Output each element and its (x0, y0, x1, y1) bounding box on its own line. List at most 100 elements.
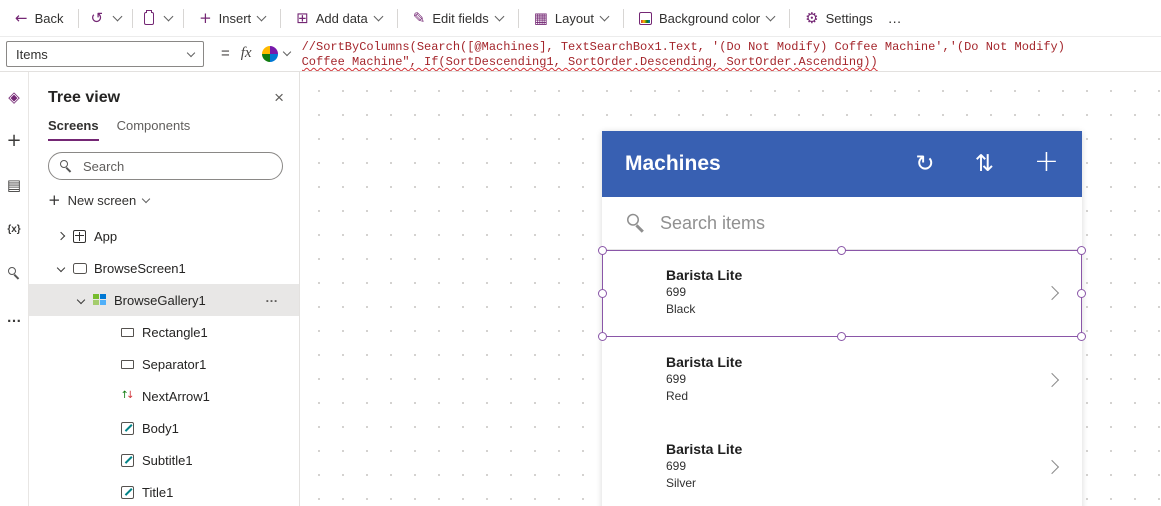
tree-item-rectangle1[interactable]: Rectangle1 (29, 316, 299, 348)
edit-fields-button[interactable]: ✎ Edit fields (404, 4, 512, 32)
gear-icon: ⚙ (805, 8, 819, 27)
tree-search-box[interactable] (48, 152, 283, 180)
tree-item-subtitle1[interactable]: Subtitle1 (29, 444, 299, 476)
tab-screens[interactable]: Screens (48, 118, 99, 141)
tree-item-browsegallery1[interactable]: BrowseGallery1 … (29, 284, 299, 316)
tree-view-tabs: Screens Components (29, 108, 299, 141)
gallery-item[interactable]: Barista Lite 699 Silver (602, 424, 1082, 506)
insert-label: Insert (218, 10, 252, 26)
formula-prefix: = fx (221, 37, 252, 70)
paste-menu-button[interactable] (160, 4, 177, 32)
item-overflow-icon[interactable]: … (265, 290, 279, 305)
edit-pencil-icon: ✎ (412, 8, 426, 27)
insert-button[interactable]: + Insert (190, 4, 274, 32)
chevron-down-icon (141, 194, 151, 204)
tree-item-title1[interactable]: Title1 (29, 476, 299, 506)
tree-item-label: Separator1 (142, 356, 207, 372)
label-pencil-icon (119, 452, 136, 468)
resize-handle[interactable] (1077, 288, 1086, 298)
tree-item-separator1[interactable]: Separator1 (29, 348, 299, 380)
search-icon (627, 213, 647, 233)
search-rail-icon[interactable] (7, 264, 21, 282)
tree-view-rail-icon[interactable]: ◈ (8, 88, 20, 106)
data-rail-icon[interactable]: ▤ (7, 176, 21, 194)
layout-grid-icon: ▦ (533, 8, 548, 27)
tree-item-label: BrowseGallery1 (114, 292, 206, 308)
undo-menu-button[interactable] (109, 4, 126, 32)
item-title: Barista Lite (666, 441, 743, 457)
formula-line-2: Coffee Machine", If(SortDescending1, Sor… (301, 55, 878, 69)
chevron-right-icon[interactable] (1044, 285, 1060, 300)
app-title: Machines (625, 152, 721, 175)
refresh-icon[interactable]: ↻ (915, 152, 934, 176)
app-header[interactable]: Machines ↻ ⇅ + (602, 131, 1082, 197)
layout-button[interactable]: ▦ Layout (525, 4, 617, 32)
variables-rail-icon[interactable]: {x} (7, 220, 20, 238)
tree-item-browsescreen1[interactable]: BrowseScreen1 (29, 252, 299, 284)
app-search-input[interactable] (658, 211, 1057, 235)
tree-item-nextarrow1[interactable]: NextArrow1 (29, 380, 299, 412)
toolbar-divider (622, 8, 624, 28)
tree-list: App BrowseScreen1 BrowseGallery1 … Recta… (29, 220, 299, 506)
toolbar-divider (789, 8, 791, 28)
formula-bar: Items = fx //SortByColumns(Search([@Mach… (0, 37, 1161, 72)
tree-item-label: Title1 (142, 484, 174, 500)
layout-label: Layout (554, 10, 594, 26)
toolbar-divider (280, 8, 282, 28)
property-selector[interactable]: Items (6, 41, 204, 67)
paste-button[interactable] (139, 4, 159, 32)
add-data-button[interactable]: ⊞ Add data (287, 4, 391, 32)
tree-item-app[interactable]: App (29, 220, 299, 252)
label-pencil-icon (119, 420, 136, 436)
chevron-down-icon[interactable] (53, 263, 68, 273)
plus-icon: + (199, 8, 212, 27)
new-screen-button[interactable]: + New screen (29, 180, 299, 208)
chevron-down-icon (599, 11, 610, 22)
add-item-icon[interactable]: + (1034, 147, 1059, 177)
gallery-item[interactable]: Barista Lite 699 Black (598, 246, 1086, 341)
resize-handle[interactable] (598, 288, 607, 298)
tree-search-input[interactable] (81, 157, 271, 175)
formula-assistant-button[interactable] (261, 37, 291, 70)
tree-view-header: Tree view × (29, 72, 299, 108)
arrows-icon (119, 388, 136, 404)
background-color-button[interactable]: Background color (630, 4, 783, 32)
chevron-right-icon[interactable] (1044, 459, 1060, 474)
toolbar-overflow-button[interactable]: … (883, 4, 908, 32)
chevron-down-icon (186, 48, 196, 57)
rail-overflow-icon[interactable]: … (7, 308, 22, 326)
item-price: 699 (666, 285, 687, 299)
item-title: Barista Lite (666, 354, 743, 370)
toolbar-divider (78, 8, 80, 28)
left-rail: ◈ + ▤ {x} … (0, 72, 29, 506)
back-arrow-icon: ← (15, 8, 28, 27)
chevron-right-icon[interactable] (53, 231, 68, 241)
plus-icon: + (48, 191, 61, 209)
sort-icon[interactable]: ⇅ (975, 152, 994, 176)
toolbar-divider (517, 8, 519, 28)
power-fx-pinwheel-icon (261, 45, 278, 62)
clipboard-icon (144, 9, 155, 25)
screen-icon (71, 260, 88, 276)
close-icon[interactable]: × (274, 88, 284, 108)
gallery-item[interactable]: Barista Lite 699 Red (602, 337, 1082, 424)
search-icon (60, 159, 73, 173)
chevron-down-icon[interactable] (73, 295, 88, 305)
tree-item-body1[interactable]: Body1 (29, 412, 299, 444)
back-button[interactable]: ← Back (6, 4, 72, 32)
design-canvas[interactable]: Machines ↻ ⇅ + Barista Lite 699 Black (300, 72, 1161, 506)
search-icon (7, 266, 21, 280)
back-label: Back (34, 10, 64, 26)
chevron-down-icon (112, 11, 123, 22)
chevron-right-icon[interactable] (1044, 372, 1060, 387)
tree-item-label: App (94, 228, 118, 244)
undo-icon: ↺ (90, 8, 104, 27)
formula-editor[interactable]: //SortByColumns(Search([@Machines], Text… (302, 37, 1161, 71)
app-icon (71, 228, 88, 244)
label-pencil-icon (119, 484, 136, 500)
undo-button[interactable]: ↺ (85, 4, 108, 32)
app-search-box[interactable] (602, 197, 1082, 250)
settings-button[interactable]: ⚙ Settings (796, 4, 881, 32)
insert-rail-icon[interactable]: + (6, 132, 21, 150)
tab-components[interactable]: Components (117, 118, 191, 141)
